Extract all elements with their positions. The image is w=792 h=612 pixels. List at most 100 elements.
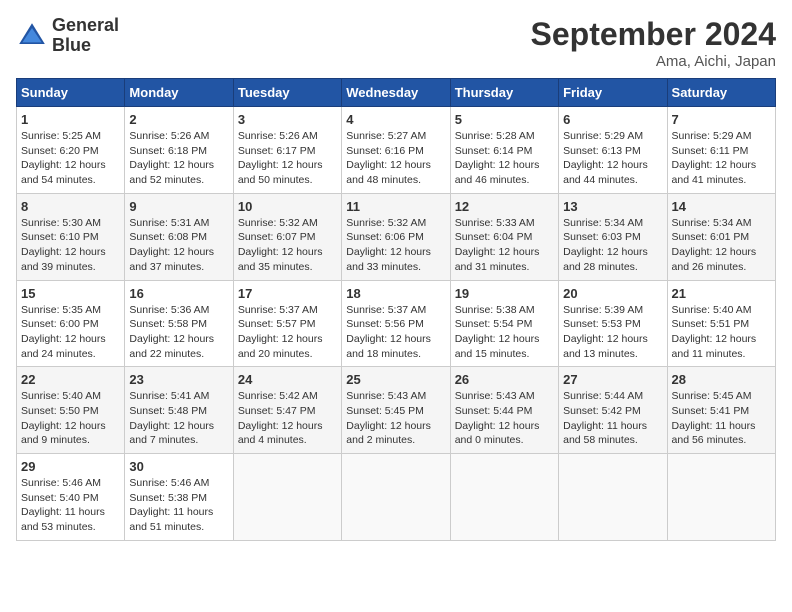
day-number: 25 [346, 372, 445, 387]
day-number: 16 [129, 286, 228, 301]
day-info: Sunrise: 5:37 AMSunset: 5:57 PMDaylight:… [238, 303, 337, 362]
day-cell: 8Sunrise: 5:30 AMSunset: 6:10 PMDaylight… [17, 193, 125, 280]
day-info: Sunrise: 5:29 AMSunset: 6:13 PMDaylight:… [563, 129, 662, 188]
day-cell: 11Sunrise: 5:32 AMSunset: 6:06 PMDayligh… [342, 193, 450, 280]
empty-cell [667, 454, 775, 541]
empty-cell [342, 454, 450, 541]
calendar-row: 15 Sunrise: 5:35 AMSunset: 6:00 PMDayligh… [17, 280, 776, 367]
day-number: 18 [346, 286, 445, 301]
logo-icon [16, 20, 48, 52]
month-title: September 2024 [531, 16, 776, 53]
day-info: Sunrise: 5:34 AMSunset: 6:01 PMDaylight:… [672, 216, 771, 275]
day-cell: 7 Sunrise: 5:29 AMSunset: 6:11 PMDaylight… [667, 107, 775, 194]
day-cell: 2Sunrise: 5:26 AMSunset: 6:18 PMDaylight… [125, 107, 233, 194]
header-saturday: Saturday [667, 79, 775, 107]
day-info: Sunrise: 5:43 AMSunset: 5:44 PMDaylight:… [455, 389, 554, 448]
day-number: 29 [21, 459, 120, 474]
day-info: Sunrise: 5:27 AMSunset: 6:16 PMDaylight:… [346, 129, 445, 188]
day-cell: 15 Sunrise: 5:35 AMSunset: 6:00 PMDayligh… [17, 280, 125, 367]
day-cell: 26 Sunrise: 5:43 AMSunset: 5:44 PMDayligh… [450, 367, 558, 454]
day-number: 14 [672, 199, 771, 214]
day-info: Sunrise: 5:40 AMSunset: 5:50 PMDaylight:… [21, 389, 120, 448]
day-number: 11 [346, 199, 445, 214]
day-cell: 14 Sunrise: 5:34 AMSunset: 6:01 PMDayligh… [667, 193, 775, 280]
day-cell: 5 Sunrise: 5:28 AMSunset: 6:14 PMDaylight… [450, 107, 558, 194]
day-info: Sunrise: 5:38 AMSunset: 5:54 PMDaylight:… [455, 303, 554, 362]
day-number: 30 [129, 459, 228, 474]
day-info: Sunrise: 5:26 AMSunset: 6:18 PMDaylight:… [129, 129, 228, 188]
day-info: Sunrise: 5:42 AMSunset: 5:47 PMDaylight:… [238, 389, 337, 448]
day-number: 5 [455, 112, 554, 127]
day-info: Sunrise: 5:35 AMSunset: 6:00 PMDaylight:… [21, 303, 120, 362]
day-info: Sunrise: 5:44 AMSunset: 5:42 PMDaylight:… [563, 389, 662, 448]
header-wednesday: Wednesday [342, 79, 450, 107]
day-number: 6 [563, 112, 662, 127]
day-cell: 13 Sunrise: 5:34 AMSunset: 6:03 PMDayligh… [559, 193, 667, 280]
day-number: 23 [129, 372, 228, 387]
day-cell: 4 Sunrise: 5:27 AMSunset: 6:16 PMDaylight… [342, 107, 450, 194]
day-cell: 6 Sunrise: 5:29 AMSunset: 6:13 PMDaylight… [559, 107, 667, 194]
calendar-row: 1 Sunrise: 5:25 AMSunset: 6:20 PMDaylight… [17, 107, 776, 194]
empty-cell [559, 454, 667, 541]
day-cell: 10 Sunrise: 5:32 AMSunset: 6:07 PMDayligh… [233, 193, 341, 280]
header-monday: Monday [125, 79, 233, 107]
day-number: 9 [129, 199, 228, 214]
day-info: Sunrise: 5:46 AMSunset: 5:38 PMDaylight:… [129, 476, 228, 535]
weekday-header-row: Sunday Monday Tuesday Wednesday Thursday… [17, 79, 776, 107]
day-info: Sunrise: 5:25 AMSunset: 6:20 PMDaylight:… [21, 129, 120, 188]
title-block: September 2024 Ama, Aichi, Japan [531, 16, 776, 70]
day-info: Sunrise: 5:32 AMSunset: 6:07 PMDaylight:… [238, 216, 337, 275]
day-info: Sunrise: 5:31 AMSunset: 6:08 PMDaylight:… [129, 216, 228, 275]
day-number: 26 [455, 372, 554, 387]
day-info: Sunrise: 5:39 AMSunset: 5:53 PMDaylight:… [563, 303, 662, 362]
day-cell: 22 Sunrise: 5:40 AMSunset: 5:50 PMDayligh… [17, 367, 125, 454]
day-number: 17 [238, 286, 337, 301]
day-cell: 9 Sunrise: 5:31 AMSunset: 6:08 PMDaylight… [125, 193, 233, 280]
day-cell: 24 Sunrise: 5:42 AMSunset: 5:47 PMDayligh… [233, 367, 341, 454]
day-number: 7 [672, 112, 771, 127]
day-info: Sunrise: 5:36 AMSunset: 5:58 PMDaylight:… [129, 303, 228, 362]
calendar-row: 22 Sunrise: 5:40 AMSunset: 5:50 PMDayligh… [17, 367, 776, 454]
day-cell: 28Sunrise: 5:45 AMSunset: 5:41 PMDayligh… [667, 367, 775, 454]
day-cell: 12 Sunrise: 5:33 AMSunset: 6:04 PMDayligh… [450, 193, 558, 280]
day-number: 19 [455, 286, 554, 301]
day-info: Sunrise: 5:34 AMSunset: 6:03 PMDaylight:… [563, 216, 662, 275]
day-number: 4 [346, 112, 445, 127]
day-number: 27 [563, 372, 662, 387]
day-number: 22 [21, 372, 120, 387]
day-cell: 27 Sunrise: 5:44 AMSunset: 5:42 PMDayligh… [559, 367, 667, 454]
logo: General Blue [16, 16, 119, 56]
day-cell: 21 Sunrise: 5:40 AMSunset: 5:51 PMDayligh… [667, 280, 775, 367]
day-cell: 17 Sunrise: 5:37 AMSunset: 5:57 PMDayligh… [233, 280, 341, 367]
day-number: 3 [238, 112, 337, 127]
day-number: 28 [672, 372, 771, 387]
day-info: Sunrise: 5:41 AMSunset: 5:48 PMDaylight:… [129, 389, 228, 448]
day-number: 1 [21, 112, 120, 127]
header-tuesday: Tuesday [233, 79, 341, 107]
day-cell: 1 Sunrise: 5:25 AMSunset: 6:20 PMDaylight… [17, 107, 125, 194]
day-info: Sunrise: 5:33 AMSunset: 6:04 PMDaylight:… [455, 216, 554, 275]
day-cell: 23 Sunrise: 5:41 AMSunset: 5:48 PMDayligh… [125, 367, 233, 454]
header-thursday: Thursday [450, 79, 558, 107]
day-cell: 30 Sunrise: 5:46 AMSunset: 5:38 PMDayligh… [125, 454, 233, 541]
day-number: 13 [563, 199, 662, 214]
location: Ama, Aichi, Japan [531, 53, 776, 70]
day-number: 10 [238, 199, 337, 214]
day-info: Sunrise: 5:28 AMSunset: 6:14 PMDaylight:… [455, 129, 554, 188]
day-cell: 3 Sunrise: 5:26 AMSunset: 6:17 PMDaylight… [233, 107, 341, 194]
day-cell: 18 Sunrise: 5:37 AMSunset: 5:56 PMDayligh… [342, 280, 450, 367]
logo-text: General Blue [52, 16, 119, 56]
day-number: 12 [455, 199, 554, 214]
day-info: Sunrise: 5:37 AMSunset: 5:56 PMDaylight:… [346, 303, 445, 362]
empty-cell [450, 454, 558, 541]
day-info: Sunrise: 5:40 AMSunset: 5:51 PMDaylight:… [672, 303, 771, 362]
day-cell: 19 Sunrise: 5:38 AMSunset: 5:54 PMDayligh… [450, 280, 558, 367]
day-info: Sunrise: 5:29 AMSunset: 6:11 PMDaylight:… [672, 129, 771, 188]
header-sunday: Sunday [17, 79, 125, 107]
day-number: 21 [672, 286, 771, 301]
day-number: 24 [238, 372, 337, 387]
day-info: Sunrise: 5:46 AMSunset: 5:40 PMDaylight:… [21, 476, 120, 535]
day-number: 15 [21, 286, 120, 301]
day-number: 8 [21, 199, 120, 214]
day-info: Sunrise: 5:26 AMSunset: 6:17 PMDaylight:… [238, 129, 337, 188]
